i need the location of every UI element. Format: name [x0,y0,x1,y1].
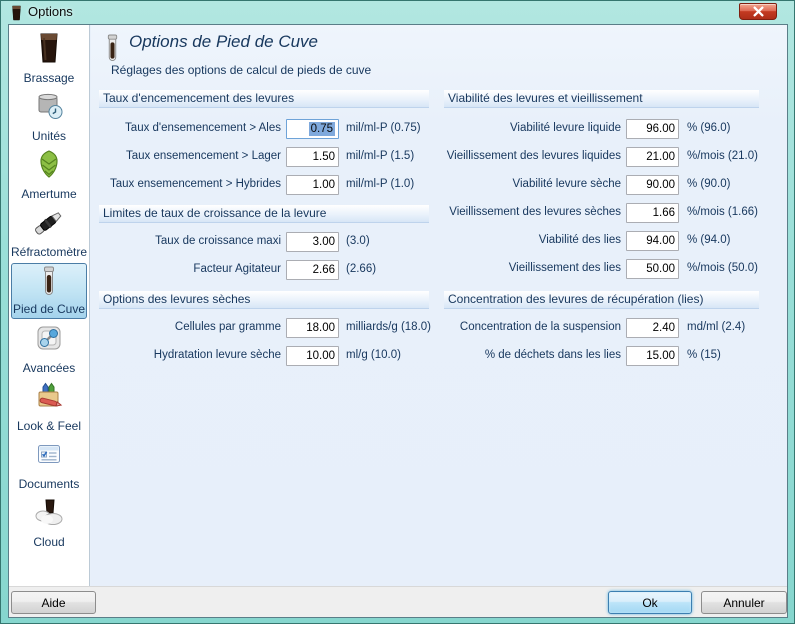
ok-button[interactable]: Ok [608,591,692,614]
field-label: Vieillissement des levures liquides [447,150,621,162]
field-label: Viabilité levure liquide [510,122,621,134]
field-suffix: % (94.0) [687,234,730,246]
field-suffix: mil/ml-P (0.75) [346,122,421,134]
section-title: Concentration des levures de récupératio… [444,291,759,309]
sidebar-item-label: Brassage [5,71,93,85]
sidebar-item-cloud[interactable]: Cloud [11,495,87,551]
units-pot-clock-icon [11,89,87,123]
field-suffix: milliards/g (18.0) [346,321,431,333]
lees-viability-input[interactable]: 94.00 [626,231,679,251]
options-dialog: Options Brassage Unités [0,0,795,624]
field-label: Taux ensemencement > Hybrides [110,178,281,190]
field-label: Viabilité levure sèche [513,178,621,190]
sidebar-item-label: Look & Feel [5,419,93,433]
max-growth-rate-input[interactable]: 3.00 [286,232,339,252]
field-label: Taux de croissance maxi [155,235,281,247]
field-label: Hydratation levure sèche [154,349,281,361]
window-title: Options [28,4,73,19]
field-suffix: md/ml (2.4) [687,321,745,333]
advanced-switch-icon [11,321,87,355]
document-check-icon [11,437,87,471]
field-suffix: %/mois (1.66) [687,206,758,218]
footer-bar: Aide Ok Annuler [9,586,787,617]
field-label: Taux ensemencement > Lager [126,150,281,162]
test-tube-icon [12,264,86,298]
liquid-yeast-aging-input[interactable]: 21.00 [626,147,679,167]
page-subtitle: Réglages des options de calcul de pieds … [111,63,371,77]
dry-yeast-aging-input[interactable]: 1.66 [626,203,679,223]
field-suffix: %/mois (50.0) [687,262,758,274]
sidebar-item-brassage[interactable]: Brassage [11,31,87,87]
section-growth-limits: Limites de taux de croissance de la levu… [99,205,429,281]
titlebar[interactable]: Options [1,1,794,24]
dry-yeast-viability-input[interactable]: 90.00 [626,175,679,195]
cloud-beer-icon [11,495,87,529]
dry-yeast-hydration-input[interactable]: 10.00 [286,346,339,366]
field-suffix: (2.66) [346,263,376,275]
field-suffix: mil/ml-P (1.5) [346,150,414,162]
main-panel: Options de Pied de Cuve Réglages des opt… [91,25,787,586]
sidebar-item-refractometre[interactable]: Réfractomètre [11,205,87,261]
cancel-button[interactable]: Annuler [701,591,787,614]
field-label: Vieillissement des levures sèches [449,206,621,218]
sidebar-item-label: Documents [5,477,93,491]
sidebar-item-documents[interactable]: Documents [11,437,87,493]
section-title: Viabilité des levures et vieillissement [444,90,759,108]
lager-pitch-rate-input[interactable]: 1.50 [286,147,339,167]
stir-factor-input[interactable]: 2.66 [286,260,339,280]
refractometer-icon [11,205,87,239]
section-title: Options des levures sèches [99,291,429,309]
section-pitch-rates: Taux d'encemencement des levures Taux d'… [99,90,429,196]
sidebar-item-amertume[interactable]: Amertume [11,147,87,203]
section-dry-yeast: Options des levures sèches Cellules par … [99,291,429,367]
sidebar-item-label: Réfractomètre [5,245,93,259]
field-suffix: (3.0) [346,235,370,247]
field-label: Viabilité des lies [539,234,621,246]
sidebar-item-label: Cloud [5,535,93,549]
field-label: Vieillissement des lies [509,262,621,274]
sidebar-item-pied-de-cuve[interactable]: Pied de Cuve [11,263,87,319]
sidebar-item-look-feel[interactable]: Look & Feel [11,379,87,435]
sidebar-item-label: Pied de Cuve [6,302,92,316]
field-label: % de déchets dans les lies [485,349,621,361]
lees-waste-percent-input[interactable]: 15.00 [626,346,679,366]
beer-glass-icon [10,5,23,21]
field-suffix: mil/ml-P (1.0) [346,178,414,190]
close-x-icon [753,6,764,17]
section-title: Limites de taux de croissance de la levu… [99,205,429,223]
sidebar-item-unites[interactable]: Unités [11,89,87,145]
liquid-yeast-viability-input[interactable]: 96.00 [626,119,679,139]
field-suffix: %/mois (21.0) [687,150,758,162]
section-viability-aging: Viabilité des levures et vieillissement … [444,90,759,280]
field-label: Cellules par gramme [175,321,281,333]
field-suffix: % (96.0) [687,122,730,134]
close-button[interactable] [739,3,777,20]
ales-pitch-rate-input[interactable]: 0.75 [286,119,339,139]
field-label: Concentration de la suspension [460,321,621,333]
field-suffix: % (15) [687,349,721,361]
sidebar-item-label: Unités [5,129,93,143]
sidebar-item-avancees[interactable]: Avancées [11,321,87,377]
page-title: Options de Pied de Cuve [129,32,318,52]
hybrid-pitch-rate-input[interactable]: 1.00 [286,175,339,195]
beer-pint-icon [11,31,87,65]
field-label: Facteur Agitateur [193,263,281,275]
field-label: Taux d'ensemencement > Ales [125,122,281,134]
sidebar-item-label: Amertume [5,187,93,201]
sidebar-item-label: Avancées [5,361,93,375]
hop-cone-icon [11,147,87,181]
test-tube-icon [106,34,119,62]
dialog-content: Brassage Unités Amertume Réfractomètre [8,24,788,618]
field-suffix: % (90.0) [687,178,730,190]
crayons-icon [11,379,87,413]
field-suffix: ml/g (10.0) [346,349,401,361]
section-title: Taux d'encemencement des levures [99,90,429,108]
cells-per-gram-input[interactable]: 18.00 [286,318,339,338]
sidebar: Brassage Unités Amertume Réfractomètre [9,25,90,586]
section-harvest-concentration: Concentration des levures de récupératio… [444,291,759,367]
help-button[interactable]: Aide [11,591,96,614]
suspension-concentration-input[interactable]: 2.40 [626,318,679,338]
lees-aging-input[interactable]: 50.00 [626,259,679,279]
